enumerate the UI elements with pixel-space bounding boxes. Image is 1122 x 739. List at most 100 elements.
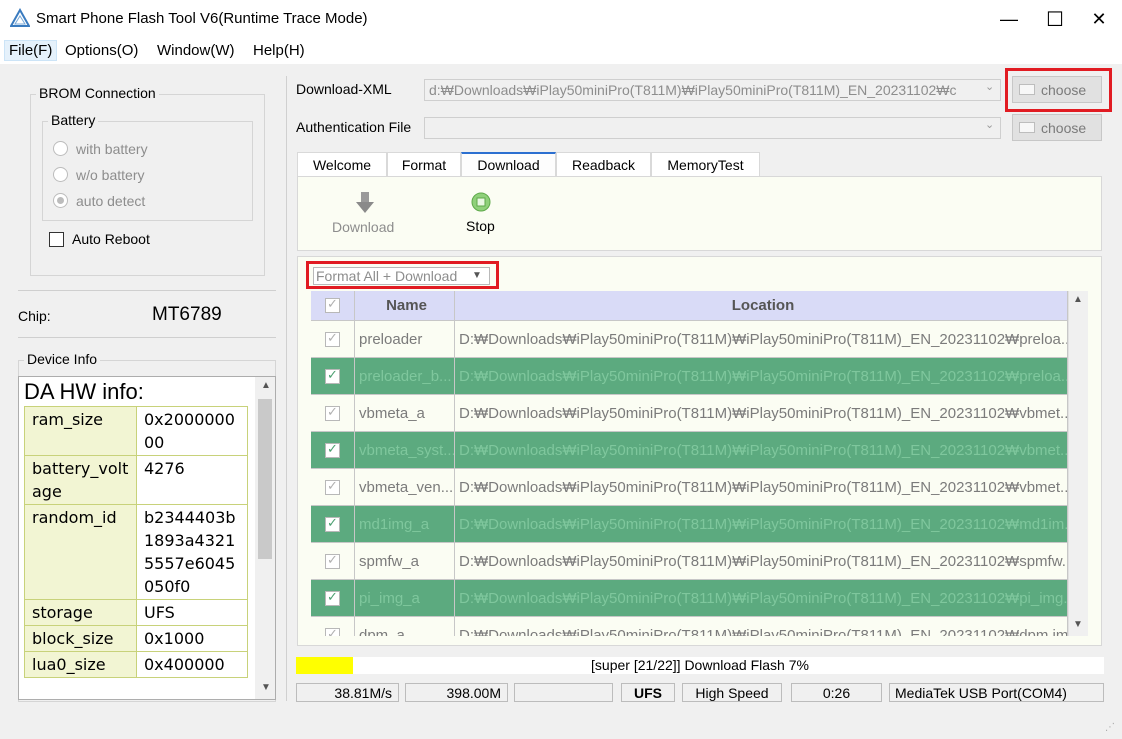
with-battery-radio[interactable] <box>53 141 68 156</box>
choose-label: choose <box>1041 81 1087 98</box>
tab-readback[interactable]: Readback <box>556 152 651 176</box>
download-xml-label: Download-XML <box>296 81 392 97</box>
partition-location[interactable]: D:₩Downloads₩iPlay50miniPro(T811M)₩iPlay… <box>455 543 1068 580</box>
partition-location[interactable]: D:₩Downloads₩iPlay50miniPro(T811M)₩iPlay… <box>455 321 1068 358</box>
partition-row[interactable]: dpm_aD:₩Downloads₩iPlay50miniPro(T811M)₩… <box>311 617 1068 636</box>
maximize-button[interactable]: ☐ <box>1032 0 1078 38</box>
partition-row[interactable]: spmfw_aD:₩Downloads₩iPlay50miniPro(T811M… <box>311 543 1068 580</box>
device-info-row: lua0_size 0x400000 <box>24 651 248 678</box>
chip-value: MT6789 <box>152 304 222 325</box>
minimize-button[interactable]: — <box>986 0 1032 38</box>
partition-location[interactable]: D:₩Downloads₩iPlay50miniPro(T811M)₩iPlay… <box>455 358 1068 395</box>
download-xml-input[interactable]: d:₩Downloads₩iPlay50miniPro(T811M)₩iPlay… <box>424 79 1001 101</box>
menu-options[interactable]: Options(O) <box>61 41 142 60</box>
auto-detect-radio[interactable] <box>53 193 68 208</box>
tab-download[interactable]: Download <box>461 152 556 176</box>
auth-file-choose-button[interactable]: choose <box>1012 114 1102 141</box>
scroll-down-icon[interactable]: ▼ <box>1073 619 1083 630</box>
resize-grip-icon[interactable]: ⋰ <box>1105 722 1119 736</box>
partition-checkbox[interactable] <box>325 515 340 532</box>
partition-row[interactable]: md1img_aD:₩Downloads₩iPlay50miniPro(T811… <box>311 506 1068 543</box>
device-info-row: storage UFS <box>24 599 248 626</box>
partition-name: vbmeta_ven... <box>355 469 455 506</box>
maximize-icon: ☐ <box>1046 8 1064 31</box>
tab-memorytest[interactable]: MemoryTest <box>651 152 760 176</box>
partition-check-cell[interactable] <box>311 432 355 469</box>
download-button[interactable]: Download <box>330 190 400 240</box>
download-toolbar <box>297 176 1102 251</box>
tab-format[interactable]: Format <box>387 152 461 176</box>
scroll-down-icon[interactable]: ▼ <box>261 682 271 693</box>
close-icon: ✕ <box>1091 8 1107 29</box>
download-xml-choose-button[interactable]: choose <box>1012 76 1102 103</box>
tab-welcome[interactable]: Welcome <box>297 152 387 176</box>
app-logo-icon <box>10 8 30 27</box>
folder-icon <box>1019 84 1035 95</box>
partition-location[interactable]: D:₩Downloads₩iPlay50miniPro(T811M)₩iPlay… <box>455 617 1068 636</box>
partition-location[interactable]: D:₩Downloads₩iPlay50miniPro(T811M)₩iPlay… <box>455 506 1068 543</box>
partition-checkbox[interactable] <box>325 478 340 495</box>
partition-check-cell[interactable] <box>311 321 355 358</box>
panel-divider <box>286 76 287 701</box>
location-column-header[interactable]: Location <box>455 291 1068 321</box>
partition-check-cell[interactable] <box>311 543 355 580</box>
without-battery-radio[interactable] <box>53 167 68 182</box>
menu-file[interactable]: File(F) <box>4 40 58 61</box>
partition-check-cell[interactable] <box>311 506 355 543</box>
partition-location[interactable]: D:₩Downloads₩iPlay50miniPro(T811M)₩iPlay… <box>455 432 1068 469</box>
stop-icon <box>471 192 491 212</box>
auth-file-input[interactable] <box>424 117 1001 139</box>
partition-check-cell[interactable] <box>311 395 355 432</box>
partition-checkbox[interactable] <box>325 367 340 384</box>
partition-check-cell[interactable] <box>311 617 355 636</box>
device-info-value: UFS <box>136 599 248 626</box>
menu-help[interactable]: Help(H) <box>249 41 309 60</box>
status-blank <box>514 683 613 702</box>
partition-checkbox[interactable] <box>325 330 340 347</box>
divider <box>18 290 276 291</box>
partition-name: spmfw_a <box>355 543 455 580</box>
auto-reboot-label: Auto Reboot <box>72 231 150 247</box>
partition-checkbox[interactable] <box>325 626 340 636</box>
name-column-header[interactable]: Name <box>355 291 455 321</box>
mode-select[interactable]: Format All + Download ▼ <box>313 267 490 285</box>
close-button[interactable]: ✕ <box>1076 0 1122 38</box>
scroll-up-icon[interactable]: ▲ <box>261 380 271 391</box>
partition-location[interactable]: D:₩Downloads₩iPlay50miniPro(T811M)₩iPlay… <box>455 469 1068 506</box>
partition-name: dpm_a <box>355 617 455 636</box>
partition-row[interactable]: vbmeta_ven...D:₩Downloads₩iPlay50miniPro… <box>311 469 1068 506</box>
partition-location[interactable]: D:₩Downloads₩iPlay50miniPro(T811M)₩iPlay… <box>455 580 1068 617</box>
device-info-row: block_size 0x1000 <box>24 625 248 652</box>
device-info-value: 0x200000000 <box>136 406 248 456</box>
scroll-up-icon[interactable]: ▲ <box>1073 294 1083 305</box>
select-all-cell[interactable] <box>311 291 355 321</box>
partition-row[interactable]: vbmeta_aD:₩Downloads₩iPlay50miniPro(T811… <box>311 395 1068 432</box>
partition-checkbox[interactable] <box>325 404 340 421</box>
grid-scrollbar[interactable]: ▲ ▼ <box>1068 291 1088 636</box>
partition-check-cell[interactable] <box>311 580 355 617</box>
auto-reboot-checkbox[interactable] <box>49 232 64 247</box>
partition-checkbox[interactable] <box>325 589 340 606</box>
chevron-down-icon[interactable]: ⌄ <box>985 118 994 131</box>
partition-checkbox[interactable] <box>325 552 340 569</box>
scrollbar-thumb[interactable] <box>258 399 272 559</box>
select-all-checkbox[interactable] <box>325 296 340 313</box>
stop-button[interactable]: Stop <box>460 190 504 240</box>
partition-row[interactable]: preloaderD:₩Downloads₩iPlay50miniPro(T81… <box>311 321 1068 358</box>
chevron-down-icon[interactable]: ⌄ <box>985 80 994 93</box>
partition-check-cell[interactable] <box>311 358 355 395</box>
partition-row[interactable]: pi_img_aD:₩Downloads₩iPlay50miniPro(T811… <box>311 580 1068 617</box>
partition-row[interactable]: vbmeta_syst...D:₩Downloads₩iPlay50miniPr… <box>311 432 1068 469</box>
partition-location[interactable]: D:₩Downloads₩iPlay50miniPro(T811M)₩iPlay… <box>455 395 1068 432</box>
folder-icon <box>1019 122 1035 133</box>
dropdown-arrow-icon: ▼ <box>472 270 482 281</box>
device-info-scrollbar[interactable]: ▲ ▼ <box>255 377 275 699</box>
partition-row[interactable]: preloader_b...D:₩Downloads₩iPlay50miniPr… <box>311 358 1068 395</box>
partition-check-cell[interactable] <box>311 469 355 506</box>
status-time: 0:26 <box>791 683 882 702</box>
without-battery-label: w/o battery <box>76 167 145 183</box>
partition-checkbox[interactable] <box>325 441 340 458</box>
menu-window[interactable]: Window(W) <box>153 41 239 60</box>
partition-name: vbmeta_syst... <box>355 432 455 469</box>
status-size: 398.00M <box>405 683 508 702</box>
